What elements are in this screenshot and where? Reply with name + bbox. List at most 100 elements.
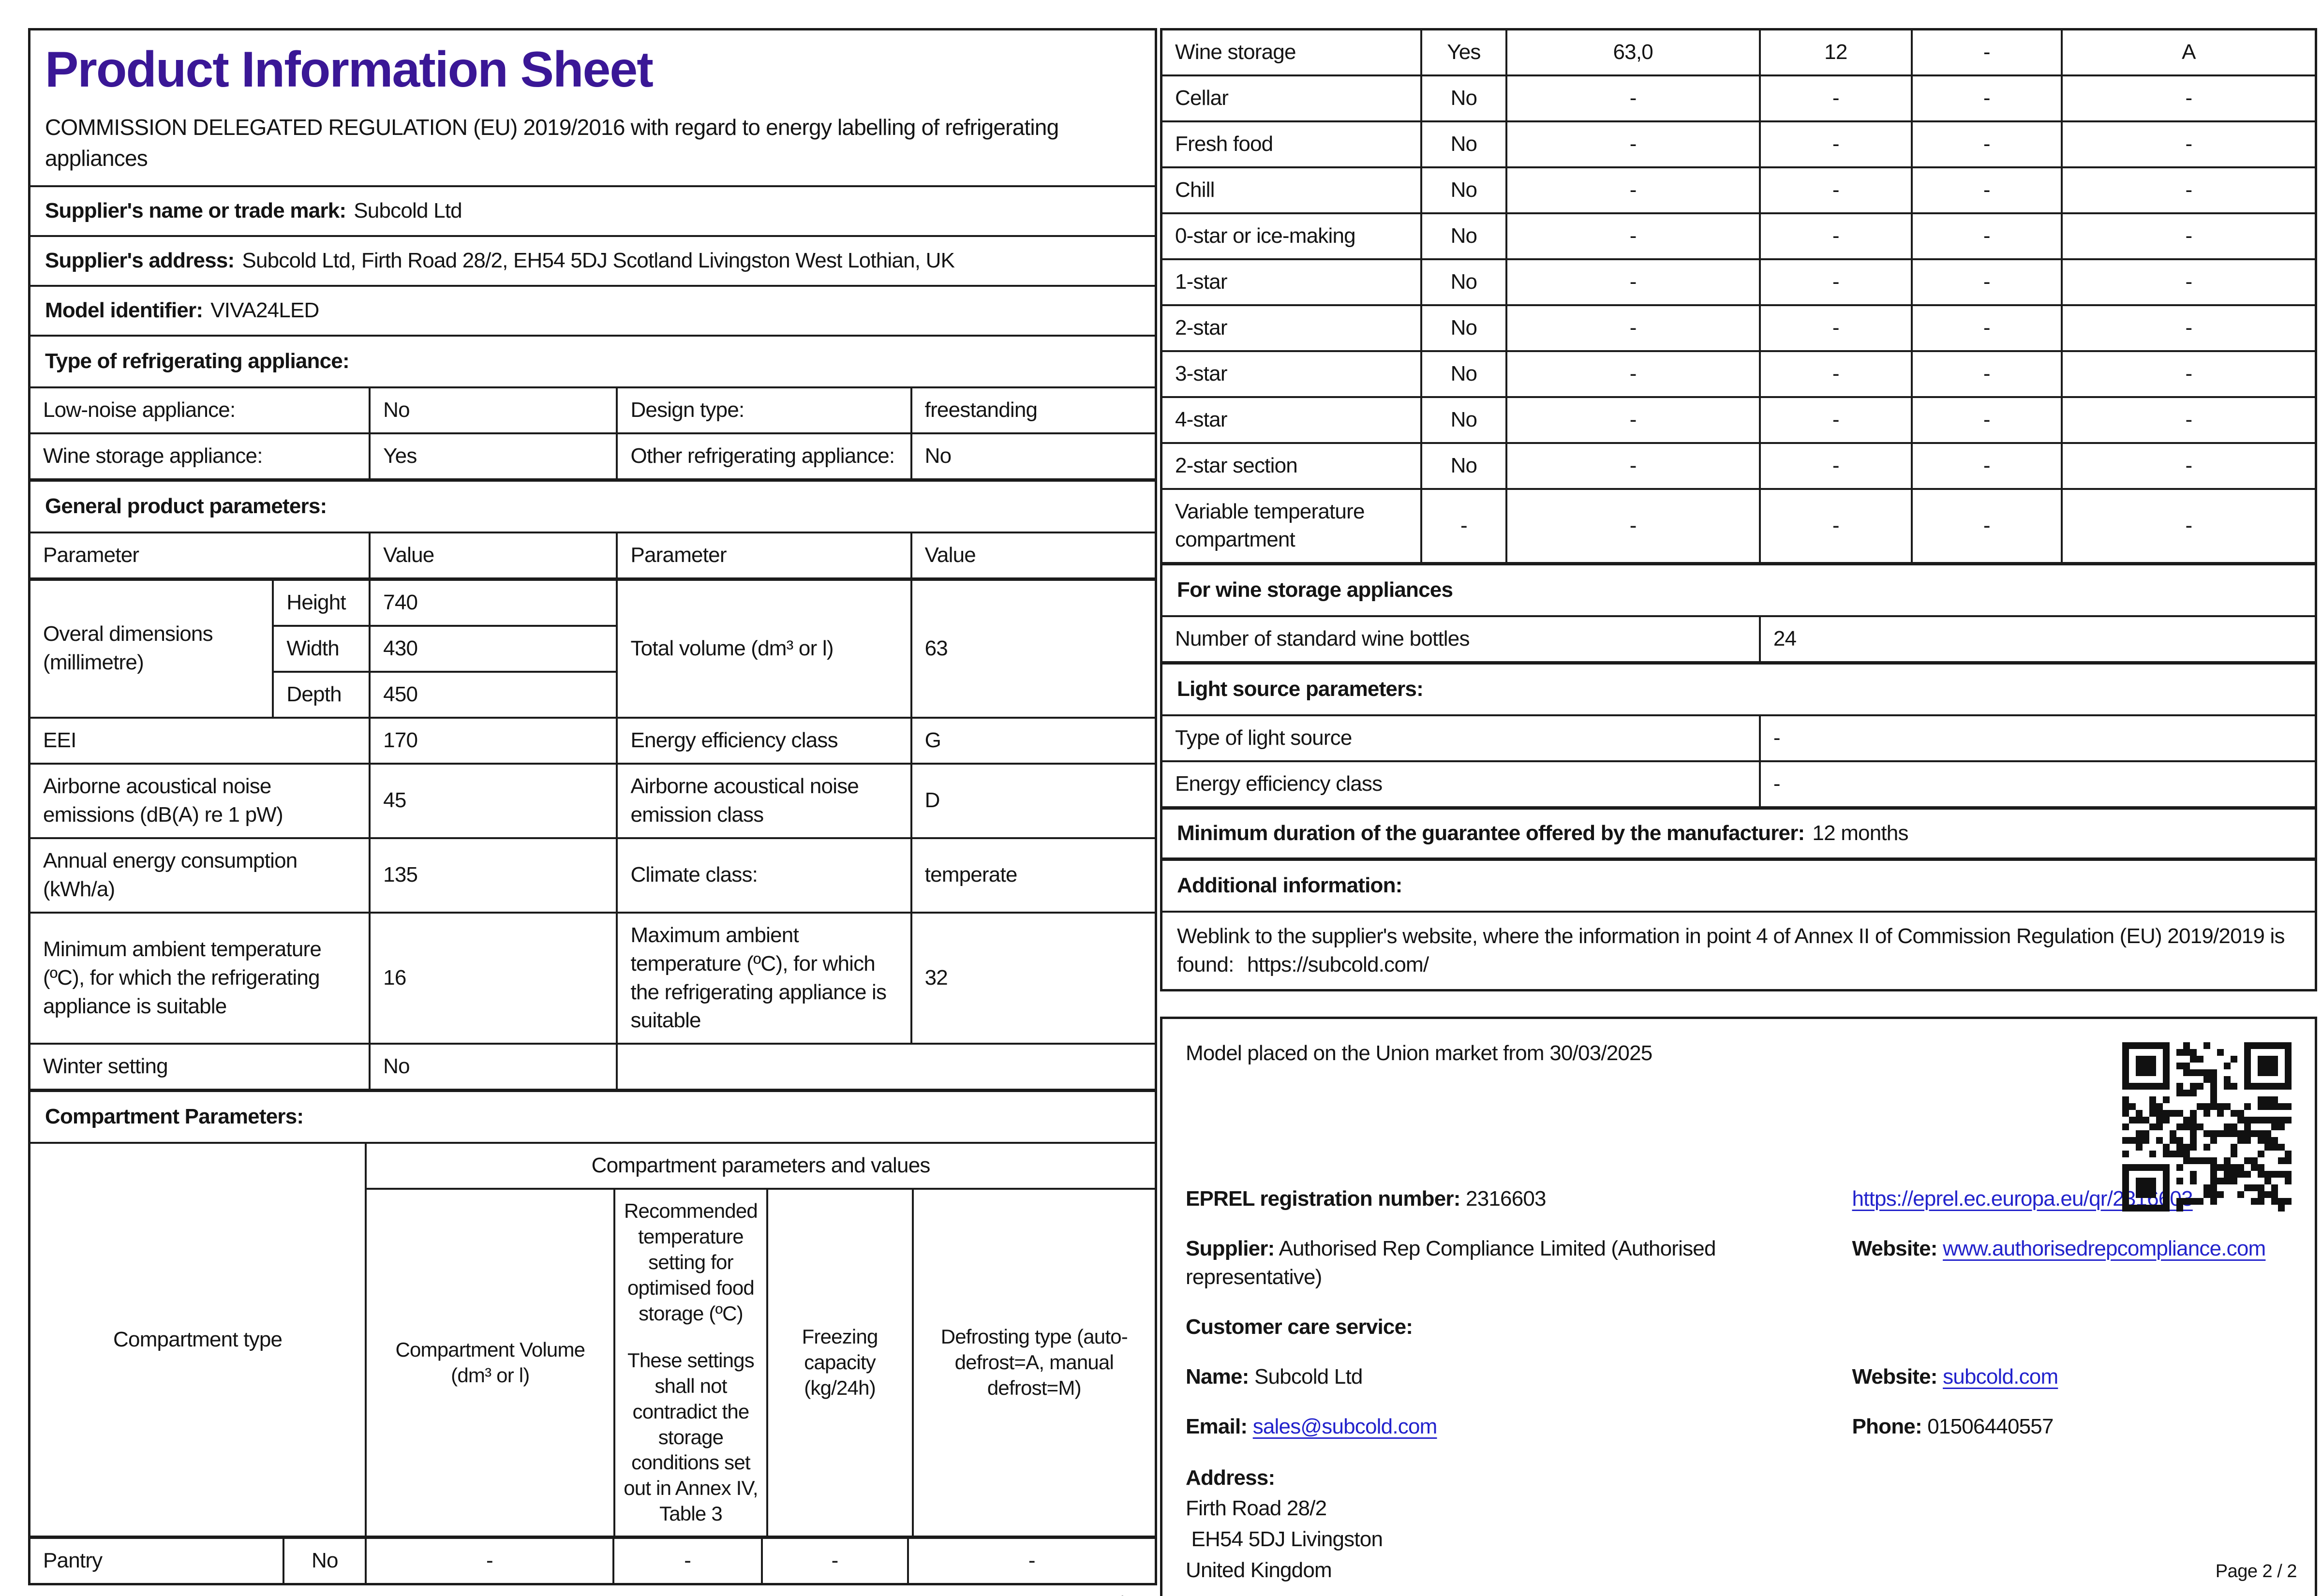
page-2: Wine storage Yes 63,0 12 - A Cellar No -… (1160, 28, 2317, 1596)
eprel-label: EPREL registration number: (1186, 1186, 1460, 1211)
compartment-volume: - (1505, 398, 1759, 442)
additional-info-heading: Additional information: (1162, 857, 2315, 911)
page-title: Product Information Sheet (45, 42, 654, 98)
care-name-cell: Name: Subcold Ltd (1186, 1363, 1847, 1391)
wine-storage-label: Wine storage appliance: (43, 444, 263, 468)
compartment-present: No (1420, 306, 1505, 350)
eei-row: EEI 170 Energy efficiency class G (30, 716, 1155, 763)
wine-appliances-heading: For wine storage appliances (1162, 562, 2315, 615)
care-email-label: Email: (1186, 1414, 1248, 1438)
compartment-volume: - (1505, 306, 1759, 350)
compartment-heading: Compartment Parameters: (30, 1089, 1155, 1142)
care-name-value: Subcold Ltd (1254, 1364, 1363, 1389)
dimensions-label: Overal dimensions (millimetre) (43, 622, 213, 675)
compartment-header: Compartment type Compartment parameters … (30, 1142, 1155, 1536)
compartment-defrost: - (2060, 260, 2315, 304)
supplier-website-link[interactable]: www.authorisedrepcompliance.com (1943, 1237, 2266, 1260)
compartment-row-2-star-section: 2-star section No - - - - (1162, 442, 2315, 488)
noise-row: Airborne acoustical noise emissions (dB(… (30, 762, 1155, 837)
address-line-1: Firth Road 28/2 (1186, 1496, 1327, 1521)
supplier-website-label: Website: (1852, 1236, 1938, 1260)
winter-setting-empty (616, 1045, 1155, 1089)
energy-class-value: G (910, 718, 1155, 763)
noise-label: Airborne acoustical noise emissions (dB(… (43, 774, 283, 827)
col-volume-header: Compartment Volume (dm³ or l) (395, 1338, 585, 1387)
dimensions-row: Overal dimensions (millimetre) Height 74… (30, 577, 1155, 717)
general-heading: General product parameters: (30, 478, 1155, 532)
light-efficiency-value: - (1758, 762, 2315, 807)
care-email-cell: Email: sales@subcold.com (1186, 1413, 1847, 1441)
min-ambient-label: Minimum ambient temperature (ºC), for wh… (43, 937, 322, 1018)
compartment-defrost: A (2060, 30, 2315, 74)
compartment-name: Variable temperature compartment (1175, 499, 1365, 552)
low-noise-row: Low-noise appliance: No Design type: fre… (30, 386, 1155, 433)
compartment-defrost: - (2060, 214, 2315, 258)
other-appliance-value: No (910, 434, 1155, 479)
design-type-label: Design type: (616, 388, 910, 433)
noise-class-value: D (910, 764, 1155, 837)
compartment-present: No (1420, 76, 1505, 120)
depth-value: 450 (369, 670, 616, 717)
other-appliance-label: Other refrigerating appliance: (616, 434, 910, 479)
compartment-row-wine-storage: Wine storage Yes 63,0 12 - A (1162, 30, 2315, 74)
compartment-name: Pantry (43, 1549, 103, 1573)
compartment-temp: - (1758, 76, 1911, 120)
qr-code (2122, 1042, 2292, 1212)
supplier-cell: Supplier: Authorised Rep Compliance Limi… (1186, 1235, 1847, 1292)
col-defrost-header: Defrosting type (auto-defrost=A, manual … (911, 1190, 1155, 1536)
compartment-volume: - (1505, 443, 1759, 488)
care-website-label: Website: (1852, 1364, 1938, 1389)
care-website-link[interactable]: subcold.com (1943, 1365, 2058, 1389)
weblink-url[interactable]: https://subcold.com/ (1247, 953, 1429, 976)
compartment-row-3-star: 3-star No - - - - (1162, 350, 2315, 396)
compartment-freezing: - (1910, 443, 2061, 488)
compartment-params-header: Compartment parameters and values Compar… (365, 1144, 1155, 1536)
compartment-row-4-star: 4-star No - - - - (1162, 396, 2315, 442)
compartment-freezing: - (760, 1539, 907, 1583)
eei-value: 170 (369, 718, 616, 763)
climate-class-value: temperate (910, 839, 1155, 912)
guarantee-row: Minimum duration of the guarantee offere… (1162, 806, 2315, 857)
compartment-volume: - (1505, 352, 1759, 396)
compartment-temp: - (1758, 489, 1911, 562)
light-source-heading: Light source parameters: (1162, 661, 2315, 714)
compartment-temp: - (1758, 122, 1911, 166)
compartment-volume: - (1505, 76, 1759, 120)
compartment-volume: - (1505, 122, 1759, 166)
supplier-name-row: Supplier's name or trade mark: Subcold Lt… (30, 185, 1155, 235)
compartment-present: No (1420, 398, 1505, 442)
winter-setting-label: Winter setting (43, 1054, 168, 1079)
wine-bottles-row: Number of standard wine bottles 24 (1162, 615, 2315, 662)
guarantee-label: Minimum duration of the guarantee offere… (1177, 821, 1805, 845)
care-email-link[interactable]: sales@subcold.com (1253, 1415, 1438, 1438)
light-source-type-value: - (1758, 716, 2315, 761)
page1-label: Page 1 / 2 (28, 1585, 1157, 1596)
compartment-freezing: - (1910, 398, 2061, 442)
compartment-freezing: - (1910, 214, 2061, 258)
compartment-row-0-star: 0-star or ice-making No - - - - (1162, 212, 2315, 258)
compartment-defrost: - (2060, 443, 2315, 488)
compartment-name: 2-star (1175, 315, 1227, 340)
model-identifier-label: Model identifier: (45, 298, 203, 323)
param-header-1: Parameter (43, 543, 139, 567)
compartment-freezing: - (1910, 352, 2061, 396)
compartment-volume: - (365, 1539, 612, 1583)
depth-label: Depth (272, 670, 369, 717)
compartment-freezing: - (1910, 122, 2061, 166)
supplier-label: Supplier: (1186, 1236, 1275, 1260)
compartment-volume: 63,0 (1505, 30, 1759, 74)
compartment-name: 3-star (1175, 361, 1227, 385)
winter-setting-value: No (369, 1045, 616, 1089)
compartment-temp: 12 (1758, 30, 1911, 74)
compartment-freezing: - (1910, 489, 2061, 562)
compartment-name: Fresh food (1175, 132, 1273, 156)
compartment-row-pantry: Pantry No - - - - (30, 1536, 1155, 1583)
title-block: Product Information Sheet COMMISSION DEL… (30, 30, 1155, 185)
compartment-name: 4-star (1175, 407, 1227, 431)
energy-consumption-row: Annual energy consumption (kWh/a) 135 Cl… (30, 837, 1155, 912)
supplier-address-label: Supplier's address: (45, 249, 235, 273)
col-temperature-text: Recommended temperature setting for opti… (624, 1199, 758, 1325)
address-line-3: United Kingdom (1186, 1558, 1332, 1582)
wine-storage-value: Yes (369, 434, 616, 479)
care-phone-value: 01506440557 (1927, 1414, 2054, 1438)
